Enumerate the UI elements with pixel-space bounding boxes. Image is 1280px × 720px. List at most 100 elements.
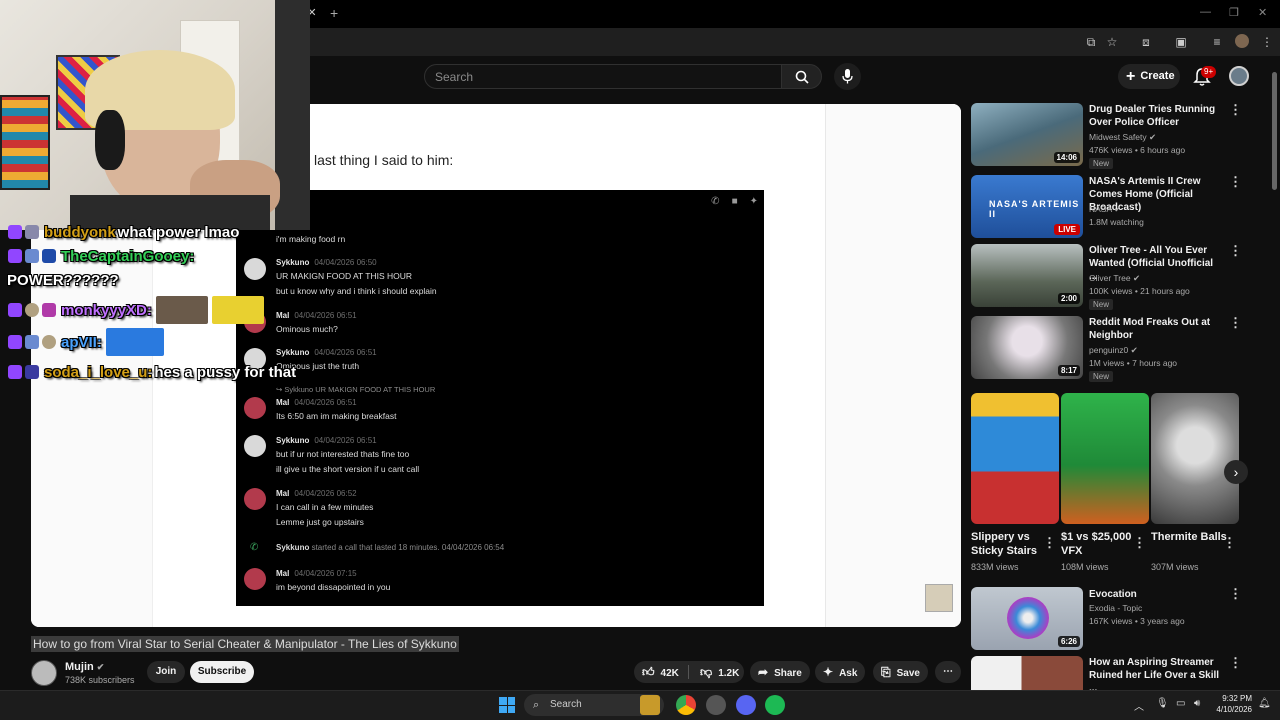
more-icon[interactable]: ⋮	[1229, 175, 1242, 188]
notifications-icon[interactable]: 🔔︎	[1258, 698, 1271, 709]
recommendation-channel[interactable]: penguinz0 ✔	[1089, 344, 1221, 357]
chrome-icon[interactable]	[676, 695, 696, 715]
recommendation-channel[interactable]: Oliver Tree ✔	[1089, 272, 1221, 285]
recommendation-meta: 167K views • 3 years ago	[1089, 616, 1185, 626]
join-button[interactable]: Join	[147, 661, 185, 683]
browser-profile-avatar[interactable]	[1235, 34, 1249, 48]
new-badge: New	[1089, 158, 1114, 169]
spotify-icon[interactable]	[765, 695, 785, 715]
discord-icon[interactable]	[736, 695, 756, 715]
more-icon[interactable]: ⋮	[1229, 587, 1242, 600]
chat-message: soda_i_love_u: hes a pussy for that	[8, 360, 296, 384]
recommendation-item[interactable]: NASA'S ARTEMIS II LIVE NASA's Artemis II…	[971, 175, 1251, 240]
discord-reply-preview: ↪ Sykkuno UR MAKIGN FOOD AT THIS HOUR	[276, 385, 436, 394]
extensions-icon[interactable]: ⧈	[1138, 34, 1154, 50]
recommendation-item[interactable]: 2:00 Oliver Tree - All You Ever Wanted (…	[971, 244, 1251, 310]
recommendation-channel[interactable]: Midwest Safety ✔	[1089, 131, 1221, 144]
short-thumbnail[interactable]	[1061, 393, 1149, 524]
recommendation-item[interactable]: 8:17 Reddit Mod Freaks Out at Neighbor p…	[971, 316, 1251, 382]
window-close-icon[interactable]: ✕	[1258, 6, 1267, 19]
short-title[interactable]: Thermite Balls	[1151, 530, 1231, 544]
like-button[interactable]: 👍︎ 42K	[634, 661, 679, 683]
sparkle-icon: ✦	[823, 665, 834, 679]
page-scrollbar-thumb[interactable]	[1272, 72, 1277, 190]
channel-avatar[interactable]	[31, 660, 57, 686]
create-button[interactable]: + Create	[1118, 64, 1180, 89]
taskbar-app-icon[interactable]	[640, 695, 660, 715]
minimize-icon[interactable]: —	[1200, 6, 1211, 18]
install-icon[interactable]: ⧉	[1083, 34, 1099, 50]
more-icon[interactable]: ⋮	[1223, 535, 1236, 551]
chat-message: POWER??????	[5, 268, 119, 292]
search-input[interactable]	[425, 65, 781, 88]
player-right-panel	[825, 104, 961, 627]
recommendation-meta: 1.8M watching	[1089, 217, 1144, 227]
discord-author: Mal 04/04/2026 06:52	[276, 489, 357, 498]
account-avatar[interactable]	[1229, 66, 1249, 86]
save-button[interactable]: ⎘ Save	[873, 661, 928, 683]
discord-author: Sykkuno 04/04/2026 06:51	[276, 348, 377, 357]
recommendation-item[interactable]: How an Aspiring Streamer Ruined her Life…	[971, 656, 1251, 690]
taskbar-clock[interactable]: 9:32 PM 4/10/2026	[1210, 693, 1252, 715]
thumbs-up-icon: 👍︎	[642, 665, 655, 679]
short-thumbnail[interactable]	[971, 393, 1059, 524]
more-icon[interactable]: ⋮	[1133, 535, 1146, 551]
video-duration: 2:00	[1057, 293, 1080, 304]
ask-button[interactable]: ✦ Ask	[815, 661, 866, 683]
share-button[interactable]: ➦ Share	[750, 661, 810, 683]
obs-icon[interactable]	[706, 695, 726, 715]
channel-name[interactable]: Mujin ✔	[65, 661, 104, 673]
browser-menu-icon[interactable]: ⋮	[1259, 34, 1275, 50]
recommendation-thumbnail[interactable]: 14:06	[971, 103, 1083, 166]
recommendation-thumbnail[interactable]	[971, 656, 1083, 690]
recommendation-thumbnail[interactable]: 2:00	[971, 244, 1083, 307]
recommendation-thumbnail[interactable]: NASA'S ARTEMIS II LIVE	[971, 175, 1083, 238]
more-icon[interactable]: ⋮	[1229, 316, 1242, 329]
recommendation-title[interactable]: How an Aspiring Streamer Ruined her Life…	[1089, 656, 1221, 690]
chat-username: TheCaptainGooey:	[61, 247, 195, 265]
volume-icon[interactable]: 🔊︎	[1194, 698, 1200, 709]
more-icon[interactable]: ⋮	[1229, 656, 1242, 669]
network-icon[interactable]: ▭	[1176, 698, 1185, 709]
recommendation-thumbnail[interactable]: 6:26	[971, 587, 1083, 650]
new-tab-icon[interactable]: +	[330, 5, 338, 21]
search-field[interactable]	[424, 64, 782, 89]
maximize-icon[interactable]: ❐	[1229, 6, 1239, 19]
more-icon[interactable]: ⋮	[1043, 535, 1056, 551]
recommendation-channel[interactable]: NASA ✔	[1089, 203, 1221, 216]
windows-start-icon[interactable]	[499, 697, 515, 713]
discord-message-line: Its 6:50 am im making breakfast	[276, 411, 397, 421]
album-art-disc	[1007, 597, 1049, 639]
discord-message-line: but if ur not interested thats fine too	[276, 449, 410, 459]
search-button[interactable]	[781, 64, 822, 89]
chevron-right-icon[interactable]: ›	[1224, 460, 1248, 484]
dislike-button[interactable]: 👎︎ 1.2K	[692, 661, 739, 683]
split-view-icon[interactable]: ▣	[1173, 34, 1189, 50]
short-title[interactable]: $1 vs $25,000 VFX	[1061, 530, 1141, 558]
short-thumbnail[interactable]	[1151, 393, 1239, 524]
recommendation-title[interactable]: Reddit Mod Freaks Out at Neighbor	[1089, 316, 1221, 342]
subscribe-button[interactable]: Subscribe	[190, 661, 254, 683]
recommendation-channel[interactable]: Exodia - Topic	[1089, 602, 1221, 615]
recommendation-item[interactable]: 14:06 Drug Dealer Tries Running Over Pol…	[971, 103, 1251, 173]
discord-message-line: im beyond dissapointed in you	[276, 582, 391, 592]
more-icon[interactable]: ⋮	[1229, 244, 1242, 257]
short-title[interactable]: Slippery vs Sticky Stairs	[971, 530, 1051, 558]
plus-icon: +	[1126, 68, 1136, 85]
mic-icon[interactable]: 🎙︎	[1156, 698, 1169, 709]
media-icon[interactable]: ≡	[1209, 34, 1225, 50]
recommendation-title[interactable]: Drug Dealer Tries Running Over Police Of…	[1089, 103, 1221, 129]
more-icon: ⋯	[943, 666, 953, 677]
chat-username: monkyyyXD:	[61, 301, 152, 319]
recommendation-thumbnail[interactable]: 8:17	[971, 316, 1083, 379]
star-icon[interactable]: ☆	[1104, 34, 1120, 50]
tray-chevron-icon[interactable]: ︿	[1134, 698, 1144, 713]
chat-text: hes a pussy for that	[154, 363, 297, 381]
recommendation-item[interactable]: 6:26 Evocation Exodia - Topic 167K views…	[971, 587, 1251, 650]
voice-search-button[interactable]	[834, 63, 861, 90]
more-actions-button[interactable]: ⋯	[935, 661, 961, 683]
recommendation-title[interactable]: Evocation	[1089, 588, 1221, 601]
discord-call-event: Sykkuno started a call that lasted 18 mi…	[276, 543, 505, 552]
discord-avatar-skull	[244, 258, 266, 280]
more-icon[interactable]: ⋮	[1229, 103, 1242, 116]
